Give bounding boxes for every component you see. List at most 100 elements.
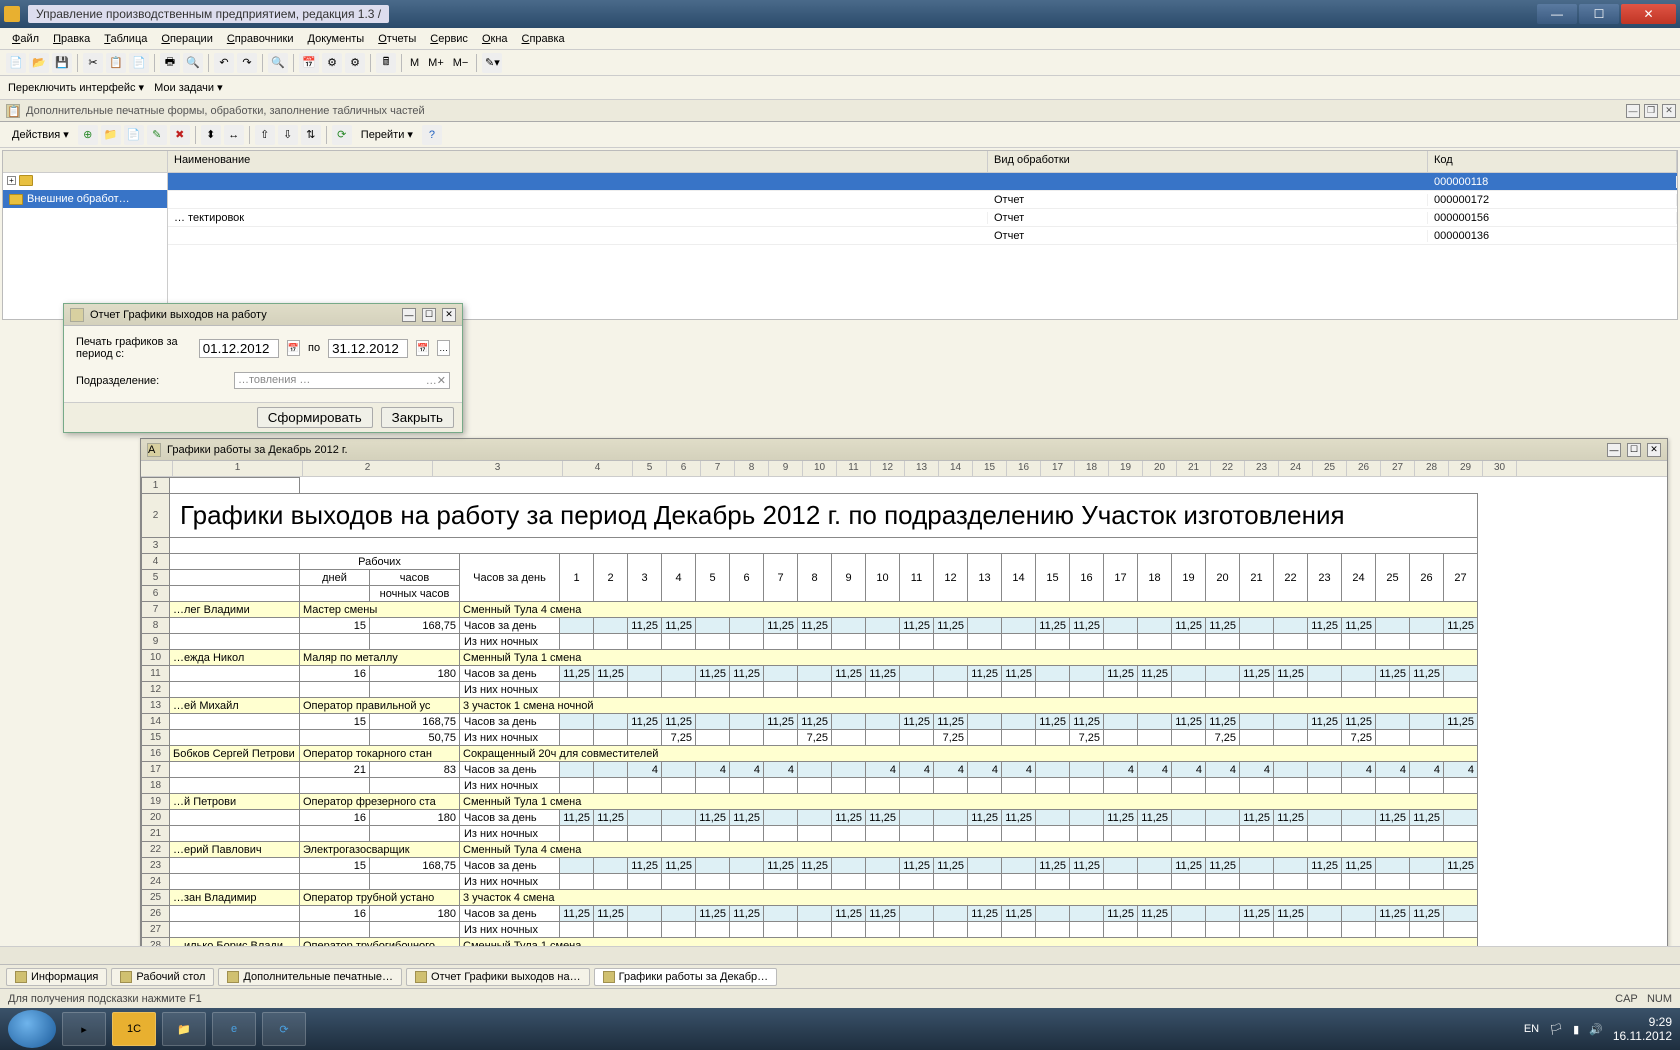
row-number[interactable]: 27: [142, 922, 170, 938]
ruler-col[interactable]: 17: [1041, 461, 1075, 476]
list-row[interactable]: Отчет000000172: [168, 191, 1677, 209]
row-number[interactable]: 6: [142, 586, 170, 602]
mdi-restore[interactable]: ❐: [1644, 104, 1658, 118]
ruler-col[interactable]: 23: [1245, 461, 1279, 476]
maximize-button[interactable]: ☐: [1579, 4, 1619, 24]
ruler-col[interactable]: 15: [973, 461, 1007, 476]
ruler-col[interactable]: 10: [803, 461, 837, 476]
row-number[interactable]: 7: [142, 602, 170, 618]
sheet-minimize[interactable]: —: [1607, 443, 1621, 457]
row-number[interactable]: 15: [142, 730, 170, 746]
tool-icon[interactable]: ⚙: [322, 53, 342, 73]
col-type[interactable]: Вид обработки: [988, 151, 1428, 172]
row-number[interactable]: 24: [142, 874, 170, 890]
window-tab[interactable]: Рабочий стол: [111, 968, 214, 986]
task-mediaplayer-icon[interactable]: ▸: [62, 1012, 106, 1046]
date-from-input[interactable]: [199, 339, 279, 358]
edit-icon[interactable]: ✎: [147, 125, 167, 145]
goto-menu[interactable]: Перейти ▾: [355, 128, 419, 141]
ruler-col[interactable]: 26: [1347, 461, 1381, 476]
task-explorer-icon[interactable]: 📁: [162, 1012, 206, 1046]
row-number[interactable]: 22: [142, 842, 170, 858]
row-number[interactable]: 8: [142, 618, 170, 634]
row-number[interactable]: 11: [142, 666, 170, 682]
dialog-close[interactable]: ✕: [442, 308, 456, 322]
calendar-icon[interactable]: 📅: [299, 53, 319, 73]
tray-lang[interactable]: EN: [1524, 1023, 1539, 1035]
tray-flag-icon[interactable]: 🏳: [1549, 1023, 1563, 1036]
tool2-icon[interactable]: ⚙: [345, 53, 365, 73]
menu-reports[interactable]: Отчеты: [378, 33, 416, 45]
ruler-col[interactable]: 6: [667, 461, 701, 476]
ruler-col[interactable]: 1: [173, 461, 303, 476]
add-icon[interactable]: ⊕: [78, 125, 98, 145]
new-icon[interactable]: 📄: [6, 53, 26, 73]
down-icon[interactable]: ⇩: [278, 125, 298, 145]
mdi-minimize[interactable]: —: [1626, 104, 1640, 118]
ruler-col[interactable]: 30: [1483, 461, 1517, 476]
brush-icon[interactable]: ✎▾: [482, 53, 502, 73]
ruler-col[interactable]: 29: [1449, 461, 1483, 476]
ruler-col[interactable]: 5: [633, 461, 667, 476]
ruler-col[interactable]: 12: [871, 461, 905, 476]
dialog-titlebar[interactable]: Отчет Графики выходов на работу — ☐ ✕: [64, 304, 462, 326]
row-number[interactable]: 28: [142, 938, 170, 947]
ruler-col[interactable]: 21: [1177, 461, 1211, 476]
add-copy-icon[interactable]: 📄: [124, 125, 144, 145]
list-row[interactable]: 000000118: [168, 173, 1677, 191]
switch-interface[interactable]: Переключить интерфейс ▾: [8, 81, 144, 94]
ruler-col[interactable]: 3: [433, 461, 563, 476]
ruler-col[interactable]: 27: [1381, 461, 1415, 476]
ruler-col[interactable]: 16: [1007, 461, 1041, 476]
open-icon[interactable]: 📂: [29, 53, 49, 73]
col-name[interactable]: Наименование: [168, 151, 988, 172]
row-number[interactable]: 19: [142, 794, 170, 810]
memory-m[interactable]: M: [407, 57, 422, 69]
row-number[interactable]: 5: [142, 570, 170, 586]
row-number[interactable]: 4: [142, 554, 170, 570]
sheet-maximize[interactable]: ☐: [1627, 443, 1641, 457]
date-to-input[interactable]: [328, 339, 408, 358]
ruler-col[interactable]: 2: [303, 461, 433, 476]
ruler-col[interactable]: 11: [837, 461, 871, 476]
save-icon[interactable]: 💾: [52, 53, 72, 73]
hscrollbar[interactable]: [0, 946, 1680, 964]
tray-network-icon[interactable]: ▮: [1573, 1023, 1579, 1036]
dialog-minimize[interactable]: —: [402, 308, 416, 322]
copy-icon[interactable]: 📋: [106, 53, 126, 73]
help-icon[interactable]: ?: [422, 125, 442, 145]
row-number[interactable]: 13: [142, 698, 170, 714]
ruler-col[interactable]: 8: [735, 461, 769, 476]
menu-documents[interactable]: Документы: [308, 33, 365, 45]
ruler-col[interactable]: 14: [939, 461, 973, 476]
ruler-col[interactable]: 24: [1279, 461, 1313, 476]
list-row[interactable]: Отчет000000136: [168, 227, 1677, 245]
calc-icon[interactable]: 🖩: [376, 53, 396, 73]
row-number[interactable]: 14: [142, 714, 170, 730]
row-number[interactable]: 2: [142, 494, 170, 538]
menu-operations[interactable]: Операции: [161, 33, 212, 45]
menu-service[interactable]: Сервис: [430, 33, 468, 45]
redo-icon[interactable]: ↷: [237, 53, 257, 73]
dept-select[interactable]: …товления … …✕: [234, 372, 450, 389]
row-number[interactable]: 25: [142, 890, 170, 906]
row-number[interactable]: 26: [142, 906, 170, 922]
mdi-close[interactable]: ✕: [1662, 104, 1676, 118]
row-number[interactable]: 12: [142, 682, 170, 698]
row-number[interactable]: 23: [142, 858, 170, 874]
close-button[interactable]: ✕: [1621, 4, 1676, 24]
menu-edit[interactable]: Правка: [53, 33, 90, 45]
actions-menu[interactable]: Действия ▾: [6, 128, 75, 141]
row-number[interactable]: 1: [142, 478, 170, 494]
task-ie-icon[interactable]: e: [212, 1012, 256, 1046]
tree-item-external[interactable]: Внешние обработ…: [3, 190, 167, 208]
period-picker-icon[interactable]: …: [437, 340, 450, 356]
ruler-col[interactable]: 28: [1415, 461, 1449, 476]
row-number[interactable]: 10: [142, 650, 170, 666]
row-number[interactable]: 16: [142, 746, 170, 762]
ruler-col[interactable]: 25: [1313, 461, 1347, 476]
tray-volume-icon[interactable]: 🔊: [1589, 1023, 1603, 1036]
minimize-button[interactable]: —: [1537, 4, 1577, 24]
close-dialog-button[interactable]: Закрыть: [381, 407, 454, 428]
start-button[interactable]: [8, 1010, 56, 1048]
